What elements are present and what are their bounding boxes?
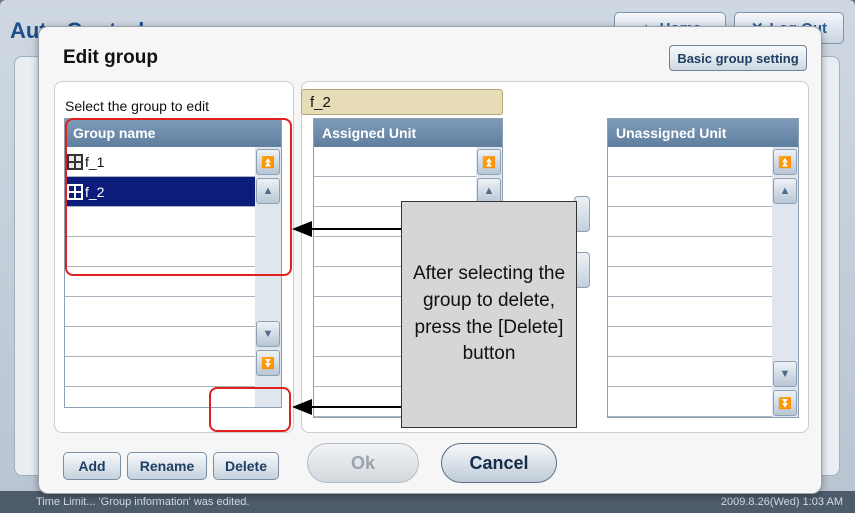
ok-button[interactable]: Ok: [307, 443, 419, 483]
scroll-up-icon[interactable]: ▲: [773, 178, 797, 204]
list-item[interactable]: [608, 177, 774, 207]
rename-button[interactable]: Rename: [127, 452, 207, 480]
cancel-button[interactable]: Cancel: [441, 443, 557, 483]
list-item[interactable]: [608, 267, 774, 297]
list-item[interactable]: [608, 237, 774, 267]
assigned-unit-header: Assigned Unit: [314, 119, 502, 147]
unassigned-unit-list: Unassigned Unit ⏫ ▲ ▼ ⏬: [607, 118, 799, 418]
add-button[interactable]: Add: [63, 452, 121, 480]
status-message: Time Limit... 'Group information' was ed…: [36, 496, 250, 508]
instruction-callout: After selecting the group to delete, pre…: [401, 201, 577, 428]
scroll-bottom-icon[interactable]: ⏬: [773, 390, 797, 416]
group-row-empty[interactable]: [65, 357, 257, 387]
list-item[interactable]: [608, 327, 774, 357]
delete-button[interactable]: Delete: [213, 452, 279, 480]
status-bar: Time Limit... 'Group information' was ed…: [0, 491, 855, 513]
list-item[interactable]: [608, 207, 774, 237]
list-item[interactable]: [608, 357, 774, 387]
group-name-field[interactable]: f_2: [301, 89, 503, 115]
list-item[interactable]: [608, 147, 774, 177]
group-row-empty[interactable]: [65, 327, 257, 357]
list-item[interactable]: [608, 387, 774, 417]
group-row-empty[interactable]: [65, 297, 257, 327]
scroll-down-icon[interactable]: ▼: [256, 321, 280, 347]
scroll-top-icon[interactable]: ⏫: [477, 149, 501, 175]
list-item[interactable]: [314, 147, 478, 177]
group-list-highlight: [65, 118, 292, 276]
scroll-top-icon[interactable]: ⏫: [773, 149, 797, 175]
list-item[interactable]: [608, 297, 774, 327]
basic-group-setting-button[interactable]: Basic group setting: [669, 45, 807, 71]
select-group-label: Select the group to edit: [65, 98, 209, 114]
unassigned-unit-header: Unassigned Unit: [608, 119, 798, 147]
scroll-bottom-icon[interactable]: ⏬: [256, 350, 280, 376]
delete-button-highlight: [209, 387, 291, 432]
dialog-title: Edit group: [63, 47, 158, 68]
scroll-down-icon[interactable]: ▼: [773, 361, 797, 387]
status-datetime: 2009.8.26(Wed) 1:03 AM: [720, 496, 843, 508]
unassigned-unit-rows: [608, 147, 774, 417]
unassigned-scrollbar[interactable]: ⏫ ▲ ▼ ⏬: [772, 147, 798, 417]
